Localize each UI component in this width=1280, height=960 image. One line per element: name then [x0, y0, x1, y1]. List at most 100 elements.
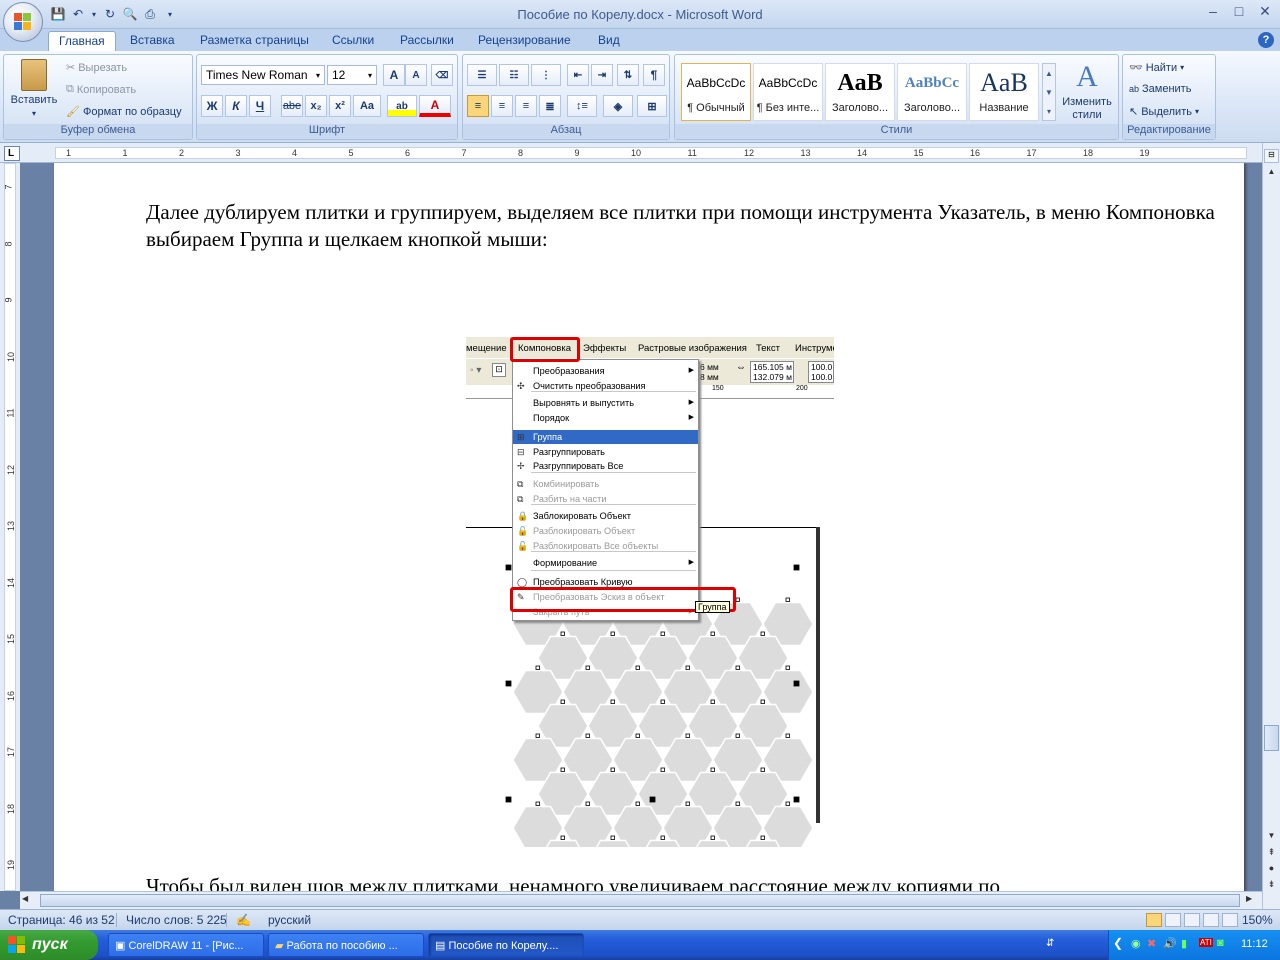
volume-icon[interactable]: 🔊	[1163, 937, 1177, 950]
task-folder[interactable]: ▰ Работа по пособию ...	[268, 933, 424, 957]
tab-references[interactable]: Ссылки	[322, 31, 384, 51]
selection-handle[interactable]	[793, 564, 800, 571]
tab-view[interactable]: Вид	[588, 31, 630, 51]
word-count[interactable]: Число слов: 5 225	[126, 913, 227, 927]
selection-handle[interactable]	[505, 564, 512, 571]
start-button[interactable]: пуск	[0, 930, 98, 960]
selection-handle[interactable]	[505, 680, 512, 687]
previous-page-icon[interactable]: ⇞	[1264, 847, 1279, 861]
zoom-level[interactable]: 150%	[1242, 913, 1273, 927]
menu-item[interactable]: ⊞ Группа	[513, 430, 698, 444]
selection-handle[interactable]	[793, 680, 800, 687]
minimize-icon[interactable]: –	[1204, 4, 1222, 20]
bold-button[interactable]: Ж	[201, 95, 223, 117]
highlight-button[interactable]: ab	[387, 95, 417, 117]
grow-font-button[interactable]: A	[383, 64, 405, 86]
menu-item[interactable]: ✢ Разгруппировать Все	[513, 459, 698, 473]
embedded-screenshot[interactable]: мещение Компоновка Эффекты Растровые изо…	[466, 337, 834, 847]
draft-icon[interactable]	[1222, 913, 1238, 927]
print-preview-icon[interactable]: 🔍	[122, 6, 138, 22]
format-painter-button[interactable]: 🖌 Формат по образцу	[66, 105, 182, 119]
style-no-spacing[interactable]: AaBbCcDc ¶ Без инте...	[753, 63, 823, 121]
page-indicator[interactable]: Страница: 46 из 52	[8, 913, 115, 927]
network-icon[interactable]: ⇵	[1046, 938, 1054, 949]
scroll-down-icon[interactable]: ▼	[1264, 831, 1279, 845]
style-normal[interactable]: AaBbCcDc ¶ Обычный	[681, 63, 751, 121]
menu-item[interactable]: Порядок ▶	[513, 411, 698, 425]
save-icon[interactable]: 💾	[50, 6, 66, 22]
bullets-button[interactable]: ☰	[467, 64, 497, 86]
task-word[interactable]: ▤ Пособие по Корелу....	[428, 933, 584, 957]
superscript-button[interactable]: x²	[329, 95, 351, 117]
tab-mailings[interactable]: Рассылки	[390, 31, 464, 51]
show-marks-button[interactable]: ¶	[643, 64, 665, 86]
scroll-up-icon[interactable]: ▲	[1264, 167, 1279, 181]
font-color-button[interactable]: A	[419, 95, 451, 117]
undo-dropdown-icon[interactable]: ▾	[90, 6, 98, 22]
tray-arrow-icon[interactable]: ❮	[1113, 936, 1123, 950]
shrink-font-button[interactable]: A	[405, 64, 427, 86]
print-layout-icon[interactable]	[1146, 913, 1162, 927]
align-left-button[interactable]: ≡	[467, 95, 489, 117]
tray-app-icon[interactable]: ◉	[1131, 937, 1141, 950]
increase-indent-button[interactable]: ⇥	[591, 64, 613, 86]
italic-button[interactable]: К	[225, 95, 247, 117]
customize-icon[interactable]: ▾	[162, 6, 178, 22]
tray-app-icon[interactable]: ▮	[1181, 937, 1187, 950]
horizontal-ruler[interactable]: L 1 1 2 3 4 5 6 7 8 9 10 11 12 13 14 15 16 17 18 19	[0, 143, 1280, 163]
borders-button[interactable]: ⊞	[637, 95, 667, 117]
close-icon[interactable]: ✕	[1256, 4, 1274, 20]
selection-handle[interactable]	[649, 796, 656, 803]
tab-review[interactable]: Рецензирование	[468, 31, 581, 51]
tab-page-layout[interactable]: Разметка страницы	[190, 31, 319, 51]
language-indicator[interactable]: русский	[268, 913, 311, 927]
full-screen-reading-icon[interactable]	[1165, 913, 1181, 927]
task-coreldraw[interactable]: ▣ CorelDRAW 11 - [Рис...	[108, 933, 264, 957]
vertical-scrollbar[interactable]: ⊟ ▲ ▼ ⇞ ● ⇟	[1262, 143, 1280, 909]
undo-icon[interactable]: ↶	[70, 6, 86, 22]
outline-icon[interactable]	[1203, 913, 1219, 927]
change-case-button[interactable]: Aa	[353, 95, 381, 117]
copy-button[interactable]: ⧉ Копировать	[66, 83, 136, 96]
menu-item[interactable]: 🔒 Заблокировать Объект	[513, 509, 698, 523]
menu-item[interactable]: Преобразования ▶	[513, 364, 698, 378]
cut-button[interactable]: ✂ Вырезать	[66, 61, 127, 75]
next-page-icon[interactable]: ⇟	[1264, 879, 1279, 893]
paste-button[interactable]: Вставить ▾	[8, 59, 60, 121]
replace-button[interactable]: ab Заменить	[1129, 83, 1191, 95]
tray-app-icon[interactable]: ◙	[1217, 937, 1224, 949]
selection-handle[interactable]	[793, 796, 800, 803]
ruler-toggle-icon[interactable]: ⊟	[1264, 149, 1279, 163]
style-title[interactable]: AaB Название	[969, 63, 1039, 121]
menu-item[interactable]: Формирование ▶	[513, 556, 698, 570]
scroll-left-icon[interactable]: ◀	[22, 894, 36, 907]
quick-print-icon[interactable]: ⎙	[142, 6, 158, 22]
numbering-button[interactable]: ☷	[499, 64, 529, 86]
subscript-button[interactable]: x₂	[305, 95, 327, 117]
proofing-icon[interactable]: ✍	[236, 913, 251, 927]
style-heading1[interactable]: AaB Заголово...	[825, 63, 895, 121]
web-layout-icon[interactable]	[1184, 913, 1200, 927]
select-button[interactable]: ↖ Выделить ▾	[1129, 105, 1199, 119]
menu-item[interactable]: Выровнять и выпустить ▶	[513, 396, 698, 410]
scroll-right-icon[interactable]: ▶	[1246, 894, 1260, 907]
align-right-button[interactable]: ≡	[515, 95, 537, 117]
multilevel-list-button[interactable]: ⋮	[531, 64, 561, 86]
font-size-combo[interactable]: 12 ▾	[327, 65, 377, 85]
vertical-ruler[interactable]: 7 8 9 10 11 12 13 14 15 16 17 18 19	[0, 163, 20, 891]
sort-button[interactable]: ⇅	[617, 64, 639, 86]
select-browse-object-icon[interactable]: ●	[1264, 863, 1279, 877]
style-heading2[interactable]: AaBbCc Заголово...	[897, 63, 967, 121]
decrease-indent-button[interactable]: ⇤	[567, 64, 589, 86]
tab-insert[interactable]: Вставка	[120, 31, 185, 51]
align-center-button[interactable]: ≡	[491, 95, 513, 117]
justify-button[interactable]: ≣	[539, 95, 561, 117]
change-styles-button[interactable]: A Изменить стили	[1059, 61, 1115, 122]
strikethrough-button[interactable]: abe	[281, 95, 303, 117]
shading-button[interactable]: ◈	[603, 95, 633, 117]
menu-item[interactable]: ⊟ Разгруппировать	[513, 445, 698, 459]
tab-home[interactable]: Главная	[48, 31, 116, 51]
horizontal-scrollbar[interactable]: ◀ ▶	[20, 891, 1262, 909]
scroll-thumb[interactable]	[1264, 725, 1279, 751]
menu-item[interactable]: ⧉ Комбинировать	[513, 477, 698, 491]
